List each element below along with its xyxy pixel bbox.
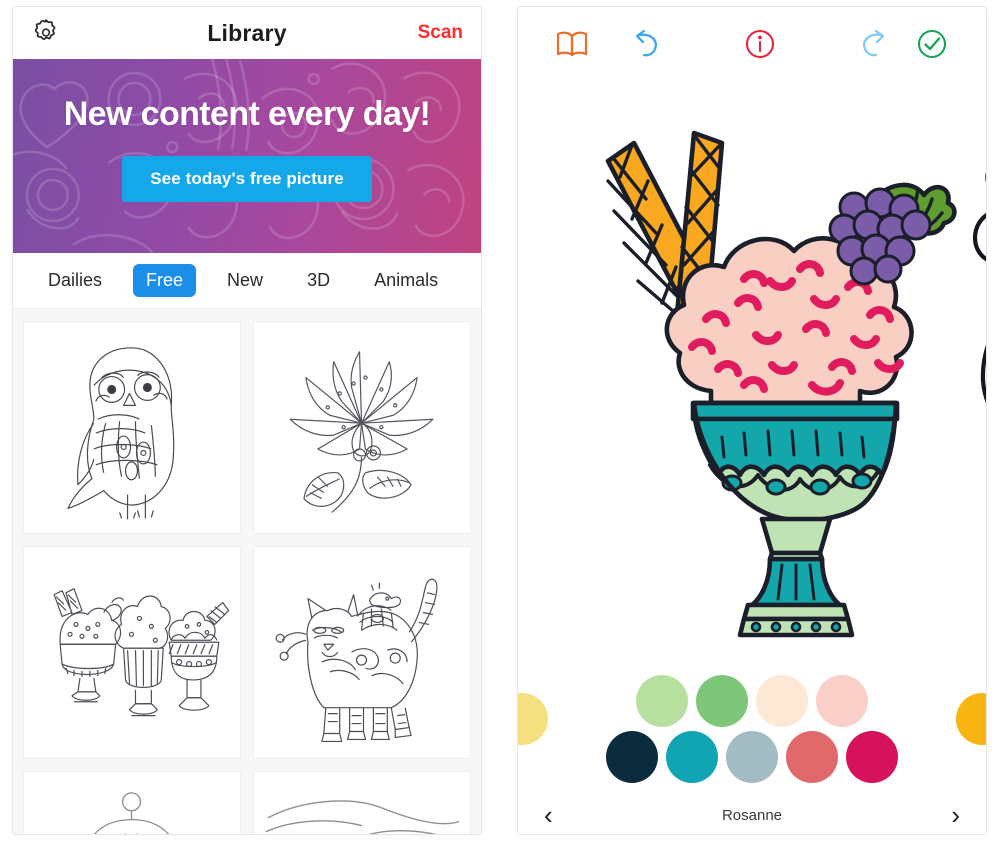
tab-new[interactable]: New	[214, 264, 276, 297]
coloring-canvas[interactable]	[518, 81, 986, 659]
palette-prev-button[interactable]: ‹	[544, 802, 553, 828]
sundae-artwork[interactable]	[548, 103, 978, 643]
picture-grid	[13, 309, 481, 834]
editor-toolbar	[518, 7, 986, 81]
swatch-blush[interactable]	[816, 675, 868, 727]
palette-row-top	[636, 675, 868, 727]
swatch-coral[interactable]	[786, 731, 838, 783]
swatch-light-green[interactable]	[636, 675, 688, 727]
book-icon[interactable]	[552, 24, 592, 64]
grid-item-flower[interactable]	[253, 321, 471, 534]
coloring-editor-screen: ‹ Rosanne ›	[517, 6, 987, 835]
swatch-teal[interactable]	[666, 731, 718, 783]
palette-next-button[interactable]: ›	[951, 802, 960, 828]
teapot-illustration	[94, 792, 170, 834]
tab-animals[interactable]: Animals	[361, 264, 451, 297]
flower-illustration	[290, 351, 434, 514]
see-free-picture-button[interactable]: See today's free picture	[122, 156, 372, 202]
page-title: Library	[207, 19, 287, 46]
grid-item-ice-cream-sundaes[interactable]	[23, 546, 241, 759]
tab-free[interactable]: Free	[133, 264, 197, 297]
banner-title: New content every day!	[63, 95, 431, 133]
undo-icon[interactable]	[626, 24, 666, 64]
grid-item-cat[interactable]	[253, 546, 471, 759]
next-artwork-preview[interactable]	[918, 103, 986, 643]
library-screen: Library Scan New content every day! See …	[12, 6, 482, 835]
palette-footer: ‹ Rosanne ›	[518, 802, 986, 828]
redo-icon[interactable]	[854, 24, 894, 64]
grid-item-owl[interactable]	[23, 321, 241, 534]
grid-item-lettering[interactable]	[253, 771, 471, 834]
screenshot-root: Library Scan New content every day! See …	[0, 0, 1000, 841]
ice-cream-sundaes-illustration	[54, 588, 230, 717]
tab-artists[interactable]: Arti	[469, 264, 481, 297]
promo-banner[interactable]: New content every day! See today's free …	[13, 59, 481, 253]
tab-dailies[interactable]: Dailies	[35, 264, 115, 297]
color-palette: ‹ Rosanne ›	[518, 659, 986, 834]
library-nav-bar: Library Scan	[13, 7, 481, 59]
swatch-magenta[interactable]	[846, 731, 898, 783]
category-tabs[interactable]: Dailies Free New 3D Animals Arti	[13, 253, 481, 309]
info-icon[interactable]	[740, 24, 780, 64]
gear-icon[interactable]	[31, 18, 61, 48]
swatch-slate-blue[interactable]	[726, 731, 778, 783]
lettering-illustration	[266, 800, 460, 834]
swatch-navy[interactable]	[606, 731, 658, 783]
palette-row-bottom	[606, 731, 898, 783]
done-check-icon[interactable]	[912, 24, 952, 64]
owl-illustration	[67, 347, 175, 520]
cat-illustration	[276, 579, 438, 743]
scan-button[interactable]: Scan	[418, 22, 463, 44]
grid-item-teapot[interactable]	[23, 771, 241, 834]
tab-3d[interactable]: 3D	[294, 264, 343, 297]
swatch-cream[interactable]	[756, 675, 808, 727]
palette-name: Rosanne	[721, 806, 783, 824]
swatch-green[interactable]	[696, 675, 748, 727]
